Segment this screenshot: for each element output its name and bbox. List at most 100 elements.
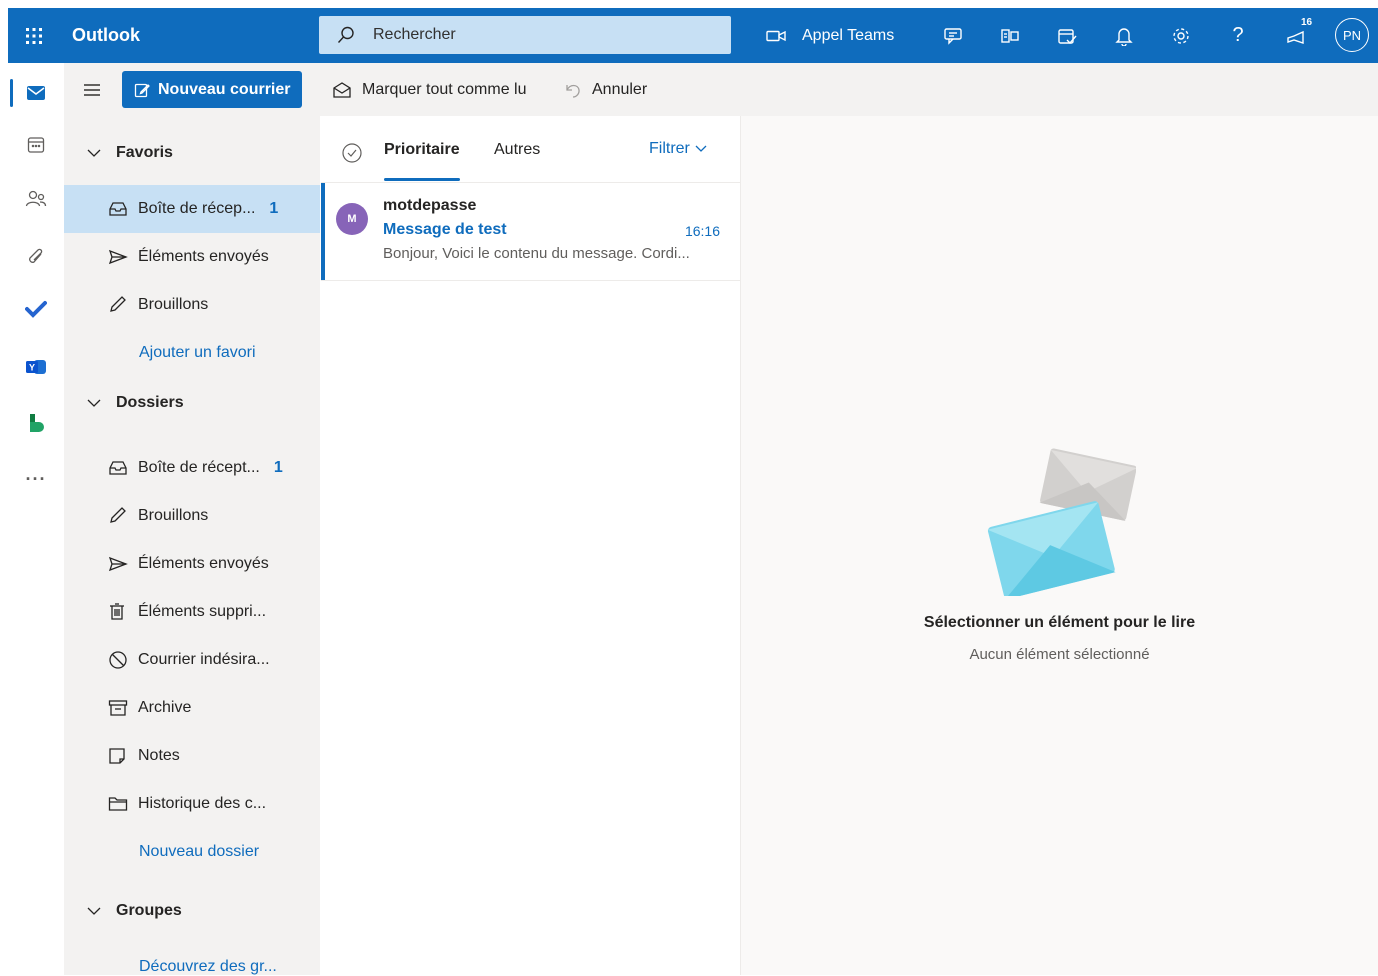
groups-title: Groupes: [116, 902, 182, 919]
tab-other[interactable]: Autres: [494, 141, 540, 159]
office-button[interactable]: [990, 8, 1030, 63]
inbox-icon: [109, 461, 127, 475]
folder-item-junk[interactable]: Courrier indésira...: [64, 636, 320, 684]
folders-header[interactable]: Dossiers: [86, 394, 184, 412]
select-all-check-icon[interactable]: [342, 143, 362, 163]
unread-count: 1: [273, 459, 283, 476]
discover-groups-link[interactable]: Découvrez des gr...: [139, 958, 277, 976]
message-time: 16:16: [684, 223, 720, 239]
favorites-header[interactable]: Favoris: [86, 144, 173, 162]
bell-icon: [1115, 27, 1133, 46]
feedback-button[interactable]: 16: [1277, 8, 1317, 63]
search-input[interactable]: [371, 25, 705, 45]
my-day-button[interactable]: [1047, 8, 1087, 63]
new-mail-button[interactable]: Nouveau courrier: [122, 71, 302, 108]
office-icon: [1001, 28, 1019, 43]
yammer-icon: Y: [26, 360, 46, 374]
search-box[interactable]: [319, 16, 731, 54]
settings-button[interactable]: [1161, 8, 1201, 63]
unread-indicator-bar: [321, 183, 325, 280]
teams-call-button[interactable]: Appel Teams: [766, 8, 894, 63]
reading-pane: Sélectionner un élément pour le lire Auc…: [741, 116, 1378, 975]
folder-item-inbox[interactable]: Boîte de récept... 1: [64, 444, 320, 492]
send-icon: [108, 249, 128, 265]
mail-icon: [27, 86, 45, 100]
favorite-item-drafts[interactable]: Brouillons: [64, 281, 320, 329]
more-ellipsis-icon: ···: [25, 468, 47, 489]
command-bar: Nouveau courrier Marquer tout comme lu A…: [64, 63, 1378, 116]
folder-label: Éléments envoyés: [138, 555, 269, 572]
new-folder-link[interactable]: Nouveau dossier: [139, 843, 259, 861]
rail-files[interactable]: [8, 233, 64, 281]
rail-yammer[interactable]: Y: [8, 343, 64, 391]
notifications-button[interactable]: [1104, 8, 1144, 63]
teams-call-label: Appel Teams: [802, 26, 895, 44]
archive-icon: [108, 700, 128, 716]
undo-button[interactable]: Annuler: [564, 63, 647, 116]
rail-todo[interactable]: [8, 285, 64, 333]
search-icon: [337, 26, 354, 43]
svg-text:Y: Y: [29, 363, 35, 373]
window-left-edge: [0, 0, 8, 975]
groups-header[interactable]: Groupes: [86, 902, 182, 920]
folder-label: Courrier indésira...: [138, 651, 270, 668]
trash-icon: [110, 603, 124, 620]
new-mail-label: Nouveau courrier: [158, 80, 291, 98]
megaphone-icon: [1287, 30, 1304, 44]
note-icon: [109, 748, 125, 764]
calendar-check-icon: [1058, 28, 1077, 44]
folder-icon: [108, 797, 128, 811]
favorite-item-sent[interactable]: Éléments envoyés: [64, 233, 320, 281]
rail-bookings[interactable]: [8, 399, 64, 447]
help-button[interactable]: ?: [1218, 8, 1258, 63]
app-rail: Y ···: [8, 63, 65, 975]
folder-item-deleted[interactable]: Éléments suppri...: [64, 588, 320, 636]
mark-all-read-label: Marquer tout comme lu: [362, 80, 527, 98]
chevron-down-icon: [87, 399, 101, 407]
app-launcher-button[interactable]: [8, 8, 60, 63]
folder-item-notes[interactable]: Notes: [64, 732, 320, 780]
top-header-bar: Outlook Appel Teams: [8, 8, 1378, 63]
chevron-down-icon: [87, 149, 101, 157]
message-list-header: Prioritaire Autres Filtrer: [321, 116, 740, 183]
rail-calendar[interactable]: [8, 121, 64, 169]
message-list: Prioritaire Autres Filtrer M motdepasse …: [321, 116, 741, 975]
rail-active-indicator: [10, 79, 13, 107]
folder-label: Notes: [138, 747, 180, 764]
hamburger-icon: [84, 84, 100, 96]
reading-pane-title: Sélectionner un élément pour le lire: [923, 614, 1196, 631]
mark-all-read-button[interactable]: Marquer tout comme lu: [332, 63, 527, 116]
chat-icon: [944, 27, 962, 45]
filter-button[interactable]: Filtrer: [649, 140, 707, 158]
favorite-item-inbox[interactable]: Boîte de récep... 1: [64, 185, 320, 233]
tab-focused[interactable]: Prioritaire: [384, 141, 460, 159]
message-subject: Message de test: [383, 221, 507, 238]
bookings-icon: [30, 414, 44, 432]
app-brand[interactable]: Outlook: [72, 8, 140, 63]
folder-item-archive[interactable]: Archive: [64, 684, 320, 732]
rail-mail[interactable]: [8, 69, 64, 117]
folder-label: Brouillons: [138, 296, 209, 313]
compose-icon: [134, 83, 150, 97]
folder-item-history[interactable]: Historique des c...: [64, 780, 320, 828]
pencil-icon: [110, 507, 126, 523]
rail-people[interactable]: [8, 175, 64, 223]
add-favorite-link[interactable]: Ajouter un favori: [139, 344, 256, 362]
folder-label: Historique des c...: [138, 795, 267, 812]
inbox-icon: [109, 202, 127, 216]
message-row[interactable]: M motdepasse Message de test 16:16 Bonjo…: [321, 183, 740, 281]
todo-check-icon: [25, 301, 47, 318]
folder-label: Éléments suppri...: [138, 603, 267, 620]
block-icon: [109, 651, 127, 669]
folder-label: Boîte de récept...: [138, 459, 260, 476]
empty-envelopes-illustration: [987, 448, 1136, 596]
rail-more[interactable]: ···: [8, 455, 64, 503]
chat-button[interactable]: [933, 8, 973, 63]
people-icon: [25, 190, 47, 207]
chevron-down-icon: [695, 145, 707, 152]
folder-item-drafts[interactable]: Brouillons: [64, 492, 320, 540]
user-avatar[interactable]: PN: [1335, 18, 1369, 52]
filter-label: Filtrer: [649, 140, 690, 157]
folder-item-sent[interactable]: Éléments envoyés: [64, 540, 320, 588]
toggle-nav-button[interactable]: [78, 77, 106, 103]
